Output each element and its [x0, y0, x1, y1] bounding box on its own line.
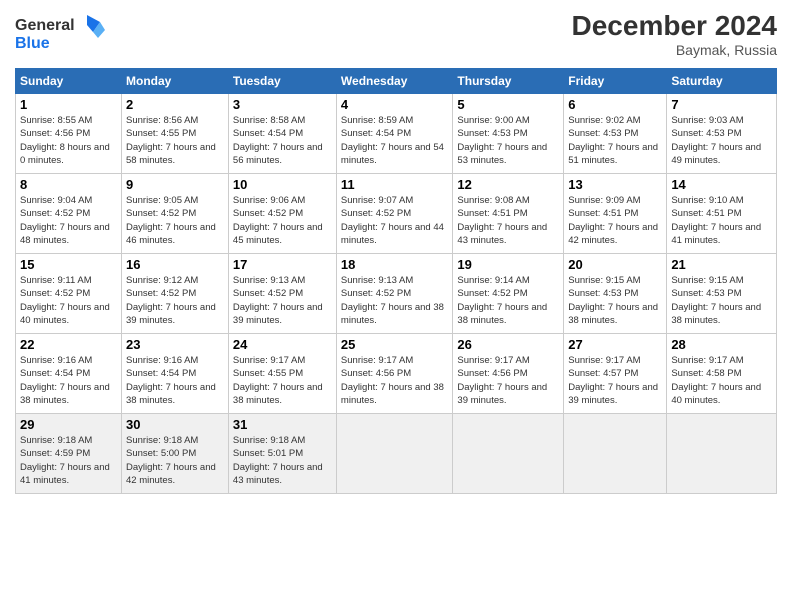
table-row: 30Sunrise: 9:18 AMSunset: 5:00 PMDayligh… — [122, 414, 229, 494]
calendar-week-1: 1Sunrise: 8:55 AMSunset: 4:56 PMDaylight… — [16, 94, 777, 174]
svg-text:Blue: Blue — [15, 35, 50, 52]
calendar-week-5: 29Sunrise: 9:18 AMSunset: 4:59 PMDayligh… — [16, 414, 777, 494]
table-row: 10Sunrise: 9:06 AMSunset: 4:52 PMDayligh… — [228, 174, 336, 254]
table-row: 9Sunrise: 9:05 AMSunset: 4:52 PMDaylight… — [122, 174, 229, 254]
table-row: 31Sunrise: 9:18 AMSunset: 5:01 PMDayligh… — [228, 414, 336, 494]
table-row: 5Sunrise: 9:00 AMSunset: 4:53 PMDaylight… — [453, 94, 564, 174]
month-title: December 2024 — [572, 10, 777, 42]
table-row: 28Sunrise: 9:17 AMSunset: 4:58 PMDayligh… — [667, 334, 777, 414]
table-row: 25Sunrise: 9:17 AMSunset: 4:56 PMDayligh… — [336, 334, 452, 414]
table-row: 4Sunrise: 8:59 AMSunset: 4:54 PMDaylight… — [336, 94, 452, 174]
table-row: 12Sunrise: 9:08 AMSunset: 4:51 PMDayligh… — [453, 174, 564, 254]
table-row: 23Sunrise: 9:16 AMSunset: 4:54 PMDayligh… — [122, 334, 229, 414]
table-row: 26Sunrise: 9:17 AMSunset: 4:56 PMDayligh… — [453, 334, 564, 414]
table-row: 22Sunrise: 9:16 AMSunset: 4:54 PMDayligh… — [16, 334, 122, 414]
calendar-week-3: 15Sunrise: 9:11 AMSunset: 4:52 PMDayligh… — [16, 254, 777, 334]
calendar-week-2: 8Sunrise: 9:04 AMSunset: 4:52 PMDaylight… — [16, 174, 777, 254]
table-row: 24Sunrise: 9:17 AMSunset: 4:55 PMDayligh… — [228, 334, 336, 414]
col-sunday: Sunday — [16, 69, 122, 94]
calendar-week-4: 22Sunrise: 9:16 AMSunset: 4:54 PMDayligh… — [16, 334, 777, 414]
col-tuesday: Tuesday — [228, 69, 336, 94]
table-row: 14Sunrise: 9:10 AMSunset: 4:51 PMDayligh… — [667, 174, 777, 254]
table-row — [453, 414, 564, 494]
col-monday: Monday — [122, 69, 229, 94]
logo: General Blue — [15, 10, 105, 60]
calendar-table: Sunday Monday Tuesday Wednesday Thursday… — [15, 68, 777, 494]
col-thursday: Thursday — [453, 69, 564, 94]
table-row — [336, 414, 452, 494]
table-row: 3Sunrise: 8:58 AMSunset: 4:54 PMDaylight… — [228, 94, 336, 174]
table-row: 15Sunrise: 9:11 AMSunset: 4:52 PMDayligh… — [16, 254, 122, 334]
table-row: 1Sunrise: 8:55 AMSunset: 4:56 PMDaylight… — [16, 94, 122, 174]
table-row: 29Sunrise: 9:18 AMSunset: 4:59 PMDayligh… — [16, 414, 122, 494]
col-saturday: Saturday — [667, 69, 777, 94]
page-container: General Blue December 2024 Baymak, Russi… — [0, 0, 792, 504]
page-header: General Blue December 2024 Baymak, Russi… — [15, 10, 777, 60]
table-row: 17Sunrise: 9:13 AMSunset: 4:52 PMDayligh… — [228, 254, 336, 334]
table-row: 18Sunrise: 9:13 AMSunset: 4:52 PMDayligh… — [336, 254, 452, 334]
table-row: 16Sunrise: 9:12 AMSunset: 4:52 PMDayligh… — [122, 254, 229, 334]
col-wednesday: Wednesday — [336, 69, 452, 94]
table-row — [564, 414, 667, 494]
logo-text: General Blue — [15, 10, 105, 60]
title-block: December 2024 Baymak, Russia — [572, 10, 777, 58]
table-row: 11Sunrise: 9:07 AMSunset: 4:52 PMDayligh… — [336, 174, 452, 254]
table-row: 19Sunrise: 9:14 AMSunset: 4:52 PMDayligh… — [453, 254, 564, 334]
table-row: 7Sunrise: 9:03 AMSunset: 4:53 PMDaylight… — [667, 94, 777, 174]
header-row: Sunday Monday Tuesday Wednesday Thursday… — [16, 69, 777, 94]
svg-text:General: General — [15, 17, 75, 34]
table-row: 27Sunrise: 9:17 AMSunset: 4:57 PMDayligh… — [564, 334, 667, 414]
table-row — [667, 414, 777, 494]
col-friday: Friday — [564, 69, 667, 94]
table-row: 21Sunrise: 9:15 AMSunset: 4:53 PMDayligh… — [667, 254, 777, 334]
table-row: 2Sunrise: 8:56 AMSunset: 4:55 PMDaylight… — [122, 94, 229, 174]
table-row: 20Sunrise: 9:15 AMSunset: 4:53 PMDayligh… — [564, 254, 667, 334]
table-row: 8Sunrise: 9:04 AMSunset: 4:52 PMDaylight… — [16, 174, 122, 254]
table-row: 13Sunrise: 9:09 AMSunset: 4:51 PMDayligh… — [564, 174, 667, 254]
location: Baymak, Russia — [572, 42, 777, 58]
table-row: 6Sunrise: 9:02 AMSunset: 4:53 PMDaylight… — [564, 94, 667, 174]
